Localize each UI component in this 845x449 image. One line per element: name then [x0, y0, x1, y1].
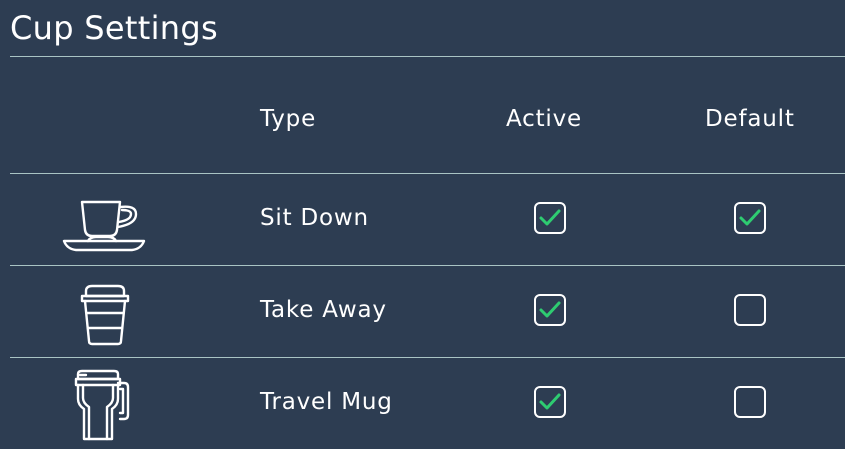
travel-mug-icon	[56, 365, 152, 441]
checkmark-icon	[739, 209, 761, 226]
takeaway-cup-icon	[56, 273, 152, 349]
table-row: Take Away	[0, 265, 845, 357]
table-row: Travel Mug	[0, 357, 845, 449]
column-header-active: Active	[506, 106, 582, 132]
active-checkbox[interactable]	[534, 294, 566, 326]
checkmark-icon	[539, 393, 561, 410]
checkmark-icon	[539, 301, 561, 318]
default-checkbox[interactable]	[734, 202, 766, 234]
page-title: Cup Settings	[10, 9, 218, 47]
default-checkbox[interactable]	[734, 294, 766, 326]
table-row: Sit Down	[0, 173, 845, 265]
column-header-type: Type	[260, 106, 317, 132]
divider	[10, 56, 845, 57]
column-header-default: Default	[705, 106, 795, 132]
active-checkbox[interactable]	[534, 386, 566, 418]
checkmark-icon	[539, 209, 561, 226]
row-label: Travel Mug	[260, 389, 393, 415]
row-label: Take Away	[260, 297, 387, 323]
cup-and-saucer-icon	[56, 181, 152, 257]
active-checkbox[interactable]	[534, 202, 566, 234]
row-label: Sit Down	[260, 205, 369, 231]
default-checkbox[interactable]	[734, 386, 766, 418]
